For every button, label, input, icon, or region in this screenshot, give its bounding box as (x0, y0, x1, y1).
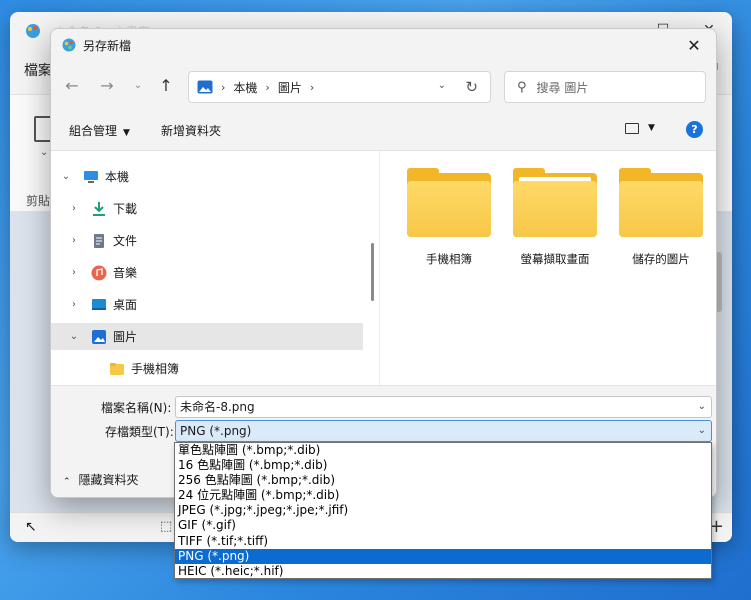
dialog-titlebar: 另存新檔 (51, 29, 716, 61)
chevron-right-icon[interactable]: › (67, 299, 81, 310)
filetype-option[interactable]: 256 色點陣圖 (*.bmp;*.dib) (175, 473, 711, 488)
filetype-dropdown-list: 單色點陣圖 (*.bmp;*.dib) 16 色點陣圖 (*.bmp;*.dib… (174, 442, 712, 579)
tree-label: 圖片 (113, 330, 138, 344)
pictures-icon (197, 80, 213, 94)
chevron-down-icon[interactable]: ⌄ (698, 397, 706, 417)
save-as-dialog: 另存新檔 ✕ ← → ⌄ ↑ › 本機 › 圖片 › ⌄ ↻ ⚲ 搜尋 圖片 組… (50, 28, 717, 498)
tree-label: 文件 (113, 234, 138, 248)
paint-app-icon (26, 24, 40, 38)
organize-label: 組合管理 (69, 124, 118, 138)
filetype-option[interactable]: HEIC (*.heic;*.hif) (175, 564, 711, 579)
folder-icon (513, 168, 597, 237)
tree-item-pictures[interactable]: ⌄ 圖片 (51, 323, 363, 350)
tree-item-this-pc[interactable]: ⌄ 本機 (51, 163, 363, 190)
filetype-label: 存檔類型(T): (105, 425, 174, 439)
computer-icon (84, 170, 98, 183)
filetype-option[interactable]: 16 色點陣圖 (*.bmp;*.dib) (175, 458, 711, 473)
chevron-down-icon[interactable]: ⌄ (698, 421, 706, 441)
recent-locations-chevron-icon[interactable]: ⌄ (126, 73, 150, 97)
hide-folders-label: 隱藏資料夾 (78, 473, 139, 487)
folder-label: 儲存的圖片 (632, 252, 690, 266)
chevron-down-icon[interactable]: ⌄ (67, 331, 81, 342)
tree-label: 下載 (113, 202, 138, 216)
music-icon (91, 265, 107, 280)
chevron-right-icon[interactable]: › (67, 267, 81, 278)
filetype-option[interactable]: JPEG (*.jpg;*.jpeg;*.jpe;*.jfif) (175, 503, 711, 518)
help-icon[interactable]: ? (686, 121, 703, 138)
command-bar: 組合管理 ▼ 新增資料夾 ▼ ? (51, 111, 716, 151)
address-bar[interactable]: › 本機 › 圖片 › ⌄ ↻ (188, 71, 491, 103)
address-dropdown-icon[interactable]: ⌄ (438, 80, 446, 91)
paint-app-icon (62, 38, 76, 52)
folder-icon (619, 168, 703, 237)
organize-button[interactable]: 組合管理 ▼ (69, 122, 130, 139)
tree-item-documents[interactable]: › 文件 (51, 227, 363, 254)
desktop-icon (92, 298, 106, 310)
filetype-option[interactable]: 單色點陣圖 (*.bmp;*.dib) (175, 443, 711, 458)
background-menu-file[interactable]: 檔案 (24, 60, 52, 80)
refresh-icon[interactable]: ↻ (465, 78, 478, 96)
navigation-pane: ⌄ 本機 › 下載 › 文件 › 音樂 › 桌面 ⌄ 圖片 手機相簿 (51, 151, 369, 385)
navigation-bar: ← → ⌄ ↑ › 本機 › 圖片 › ⌄ ↻ ⚲ 搜尋 圖片 (51, 61, 716, 111)
filetype-option[interactable]: 24 位元點陣圖 (*.bmp;*.dib) (175, 488, 711, 503)
view-options-icon[interactable] (625, 123, 639, 134)
back-arrow-icon[interactable]: ← (60, 73, 84, 97)
chevron-right-icon[interactable]: › (67, 235, 81, 246)
search-icon: ⚲ (517, 79, 527, 95)
folder-item[interactable]: 螢幕擷取畫面 (510, 168, 600, 267)
document-icon (94, 233, 104, 248)
download-icon (93, 201, 105, 216)
filename-label: 檔案名稱(N): (101, 401, 172, 415)
tree-item-desktop[interactable]: › 桌面 (51, 291, 363, 318)
breadcrumb-chevron-icon[interactable]: › (221, 81, 225, 94)
dialog-close-button[interactable]: ✕ (672, 29, 716, 61)
breadcrumb-pictures[interactable]: 圖片 (278, 79, 302, 96)
ribbon-group-label: 剪貼 (26, 194, 51, 208)
caret-down-icon[interactable]: ▼ (648, 123, 655, 133)
search-box[interactable]: ⚲ 搜尋 圖片 (504, 71, 706, 103)
breadcrumb-chevron-icon[interactable]: › (265, 81, 269, 94)
up-arrow-icon[interactable]: ↑ (154, 73, 178, 97)
cursor-position-icon: ↖ (25, 519, 37, 535)
chevron-up-icon: ⌃ (63, 477, 71, 487)
search-placeholder: 搜尋 圖片 (536, 80, 589, 95)
chevron-down-icon[interactable]: ⌄ (40, 147, 48, 158)
folder-icon (407, 168, 491, 237)
tree-item-music[interactable]: › 音樂 (51, 259, 363, 286)
nav-pane-scrollbar[interactable] (371, 243, 374, 301)
filetype-select[interactable]: PNG (*.png) ⌄ (175, 420, 712, 442)
filetype-option-selected[interactable]: PNG (*.png) (175, 548, 711, 564)
hide-folders-button[interactable]: ⌃ 隱藏資料夾 (63, 471, 139, 488)
folder-item[interactable]: 儲存的圖片 (616, 168, 706, 267)
file-list-pane: 手機相簿 螢幕擷取畫面 儲存的圖片 (380, 151, 716, 385)
folder-icon (110, 362, 124, 375)
folder-label: 螢幕擷取畫面 (520, 252, 590, 266)
tree-label: 音樂 (113, 266, 138, 280)
caret-down-icon: ▼ (123, 128, 130, 138)
filetype-option[interactable]: TIFF (*.tif;*.tiff) (175, 534, 711, 549)
breadcrumb-chevron-icon[interactable]: › (310, 81, 314, 94)
tree-item-downloads[interactable]: › 下載 (51, 195, 363, 222)
new-folder-button[interactable]: 新增資料夾 (161, 122, 221, 139)
tree-item-phone-album[interactable]: 手機相簿 (51, 355, 363, 382)
tree-label: 本機 (105, 170, 130, 184)
dialog-title: 另存新檔 (83, 38, 132, 53)
folder-item[interactable]: 手機相簿 (404, 168, 494, 267)
tree-label: 桌面 (113, 298, 138, 312)
chevron-right-icon[interactable]: › (67, 203, 81, 214)
chevron-down-icon[interactable]: ⌄ (59, 171, 73, 182)
filename-field[interactable]: 未命名-8.png ⌄ (175, 396, 712, 418)
pictures-icon (92, 329, 106, 344)
tree-label: 手機相簿 (131, 362, 180, 376)
selection-size-icon: ⬚ (160, 519, 173, 534)
folder-label: 手機相簿 (426, 252, 472, 266)
filetype-option[interactable]: GIF (*.gif) (175, 518, 711, 533)
breadcrumb-this-pc[interactable]: 本機 (233, 79, 257, 96)
filetype-value: PNG (*.png) (180, 424, 252, 438)
filename-value: 未命名-8.png (180, 400, 255, 414)
forward-arrow-icon[interactable]: → (95, 73, 119, 97)
